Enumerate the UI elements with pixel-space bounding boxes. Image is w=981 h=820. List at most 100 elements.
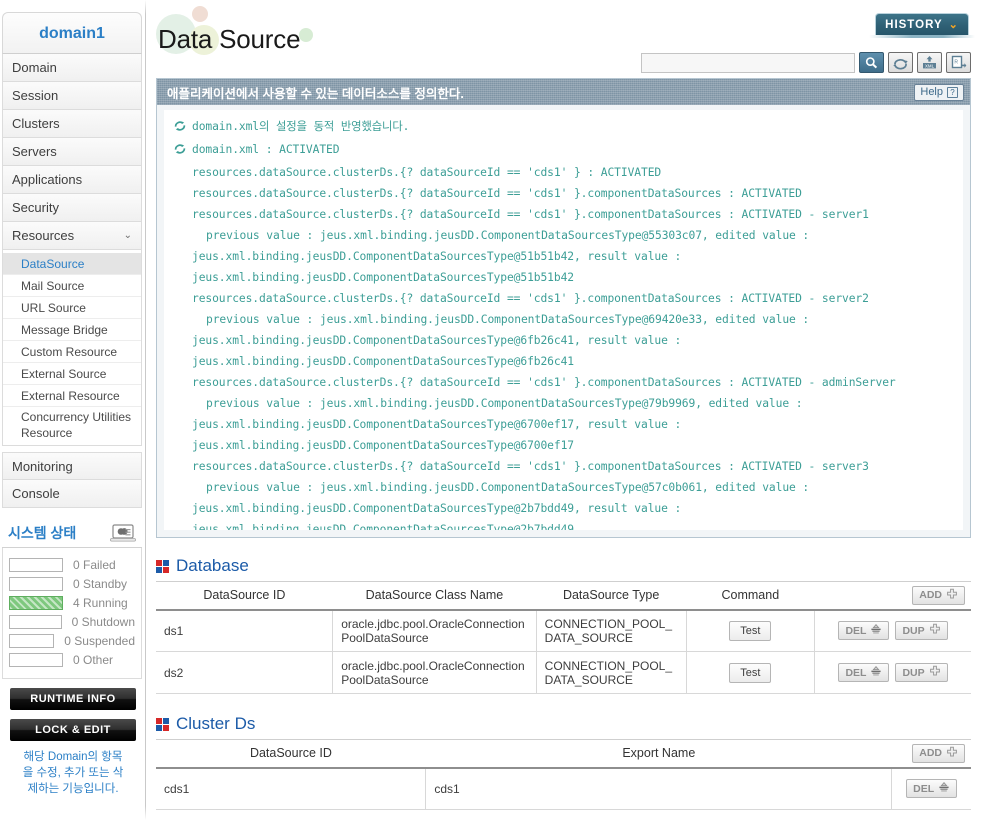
log-line-text: previous value : jeus.xml.binding.jeusDD… xyxy=(206,397,803,410)
help-button[interactable]: Help ? xyxy=(914,83,964,101)
column-header: DataSource Class Name xyxy=(332,581,537,611)
cluster-add-cell: ADD xyxy=(891,739,971,769)
database-table-header-row: DataSource ID DataSource Class Name DataSo… xyxy=(156,581,971,611)
status-label: 0 Shutdown xyxy=(71,615,135,629)
column-header: DataSource ID xyxy=(156,581,333,611)
log-line-text: previous value : jeus.xml.binding.jeusDD… xyxy=(206,481,810,494)
status-row-standby: 0 Standby xyxy=(9,575,135,593)
sidebar-item-session[interactable]: Session xyxy=(2,82,142,110)
log-line-text: jeus.xml.binding.jeusDD.ComponentDataSou… xyxy=(192,334,682,347)
delete-button-label: DEL xyxy=(845,624,867,637)
delete-button[interactable]: DEL xyxy=(838,621,890,641)
database-title-text: Database xyxy=(176,556,249,575)
log-line: jeus.xml.binding.jeusDD.ComponentDataSou… xyxy=(172,519,957,530)
test-button[interactable]: Test xyxy=(729,620,772,641)
question-mark-icon: ? xyxy=(947,86,958,98)
info-panel-heading: 애플리케이션에서 사용할 수 있는 데이터소스를 정의한다. xyxy=(167,86,464,101)
status-row-failed: 0 Failed xyxy=(9,556,135,574)
table-row: ds2 oracle.jdbc.pool.OracleConnectionPool… xyxy=(156,651,971,694)
duplicate-button-label: DUP xyxy=(902,666,925,679)
sidebar-subitem-url-source[interactable]: URL Source xyxy=(3,297,141,319)
sidebar-subitem-message-bridge[interactable]: Message Bridge xyxy=(3,319,141,341)
database-add-cell: ADD xyxy=(814,581,971,611)
runtime-info-button[interactable]: RUNTIME INFO xyxy=(10,688,136,710)
report-export-button[interactable]: R xyxy=(946,52,971,73)
main-content: Data Source HISTORY ⌄ XML R 애플리케이션에서 사용할… xyxy=(146,0,981,820)
log-line-text: jeus.xml.binding.jeusDD.ComponentDataSou… xyxy=(192,418,682,431)
sidebar-item-clusters[interactable]: Clusters xyxy=(2,110,142,138)
sidebar-item-applications[interactable]: Applications xyxy=(2,166,142,194)
activation-log[interactable]: domain.xml의 설정을 동적 반영했습니다. domain.xml : A… xyxy=(164,110,963,530)
page-header: Data Source HISTORY ⌄ XML R xyxy=(146,0,981,73)
system-status-panel: 0 Failed 0 Standby 4 Running 0 Shutdown 0 Su… xyxy=(2,548,142,679)
table-row: cds1 cds1 DEL xyxy=(156,767,971,810)
delete-button[interactable]: DEL xyxy=(906,779,958,799)
sidebar-subitem-external-source[interactable]: External Source xyxy=(3,363,141,385)
chevron-down-icon: ⌄ xyxy=(948,19,959,31)
delete-button-label: DEL xyxy=(845,666,867,679)
log-line-text: resources.dataSource.clusterDs.{? dataSo… xyxy=(192,166,662,179)
database-section-title: Database xyxy=(156,556,971,581)
xml-export-icon: XML xyxy=(923,56,936,69)
report-export-icon: R xyxy=(951,55,967,69)
datasource-id-cell: ds2 xyxy=(156,651,334,694)
sidebar-item-console[interactable]: Console xyxy=(2,480,142,508)
log-line: resources.dataSource.clusterDs.{? dataSo… xyxy=(172,288,957,309)
search-input[interactable] xyxy=(641,52,855,73)
log-line: jeus.xml.binding.jeusDD.ComponentDataSou… xyxy=(172,498,957,519)
add-button[interactable]: ADD xyxy=(912,743,965,763)
delete-button[interactable]: DEL xyxy=(838,663,890,682)
sidebar-item-label: Session xyxy=(12,88,59,103)
duplicate-button[interactable]: DUP xyxy=(895,621,948,641)
sidebar-note-line-2: 을 수정, 추가 또는 삭 xyxy=(22,767,124,779)
log-line-text: resources.dataSource.clusterDs.{? dataSo… xyxy=(192,460,869,473)
sidebar-subitem-datasource[interactable]: DataSource xyxy=(3,253,141,275)
system-status-title: 시스템 상태 xyxy=(8,524,77,541)
add-button[interactable]: ADD xyxy=(912,585,965,605)
sidebar-subitem-concurrency-utilities-resource[interactable]: Concurrency Utilities Resource xyxy=(3,407,141,441)
toolbar: XML R xyxy=(641,52,971,73)
sidebar-subitem-mail-source[interactable]: Mail Source xyxy=(3,275,141,297)
sidebar-item-domain[interactable]: Domain xyxy=(2,54,142,82)
lock-and-edit-button[interactable]: LOCK & EDIT xyxy=(10,719,136,741)
row-actions-cell: DEL xyxy=(891,767,971,810)
duplicate-button[interactable]: DUP xyxy=(895,663,948,682)
sidebar-item-label: Servers xyxy=(12,144,57,159)
sidebar-item-security[interactable]: Security xyxy=(2,194,142,222)
history-button[interactable]: HISTORY ⌄ xyxy=(875,13,969,35)
table-row: ds1 oracle.jdbc.pool.OracleConnectionPool… xyxy=(156,609,971,652)
sidebar-item-monitoring[interactable]: Monitoring xyxy=(2,452,142,480)
section-marker-icon xyxy=(156,559,169,573)
test-button[interactable]: Test xyxy=(729,662,772,683)
log-line-text: jeus.xml.binding.jeusDD.ComponentDataSou… xyxy=(192,523,574,530)
trash-icon xyxy=(870,665,882,680)
sidebar-subitem-external-resource[interactable]: External Resource xyxy=(3,385,141,407)
search-button[interactable] xyxy=(859,52,884,73)
xml-export-button[interactable]: XML xyxy=(917,52,942,73)
log-line: jeus.xml.binding.jeusDD.ComponentDataSou… xyxy=(172,351,957,372)
log-line: previous value : jeus.xml.binding.jeusDD… xyxy=(172,225,957,246)
sidebar-subitem-custom-resource[interactable]: Custom Resource xyxy=(3,341,141,363)
sidebar-note-line-3: 제하는 기능입니다. xyxy=(27,783,119,795)
status-row-suspended: 0 Suspended xyxy=(9,632,135,650)
datasource-id-cell: ds1 xyxy=(156,609,334,652)
svg-text:XML: XML xyxy=(925,64,935,69)
sidebar-item-servers[interactable]: Servers xyxy=(2,138,142,166)
sidebar-item-resources[interactable]: Resources ⌄ xyxy=(2,222,142,250)
status-label: 0 Other xyxy=(73,653,114,667)
sidebar-note-line-1: 해당 Domain의 항목 xyxy=(23,751,123,763)
cluster-ds-table-body: cds1 cds1 DEL xyxy=(156,767,971,810)
status-bar xyxy=(9,596,63,610)
log-line-text: jeus.xml.binding.jeusDD.ComponentDataSou… xyxy=(192,502,682,515)
status-row-shutdown: 0 Shutdown xyxy=(9,613,135,631)
chevron-down-icon: ⌄ xyxy=(123,230,132,241)
datasource-class-name-cell: oracle.jdbc.pool.OracleConnectionPoolDat… xyxy=(332,609,537,652)
status-bar xyxy=(9,653,63,667)
cluster-ds-table: DataSource ID Export Name ADD cds1 cds1 DEL xyxy=(156,739,971,810)
plus-icon xyxy=(929,623,941,638)
refresh-button[interactable] xyxy=(888,52,913,73)
sidebar-item-label: Clusters xyxy=(12,116,60,131)
sidebar-item-label: Security xyxy=(12,200,59,215)
column-header: Export Name xyxy=(425,739,892,769)
log-line-text: resources.dataSource.clusterDs.{? dataSo… xyxy=(192,376,896,389)
